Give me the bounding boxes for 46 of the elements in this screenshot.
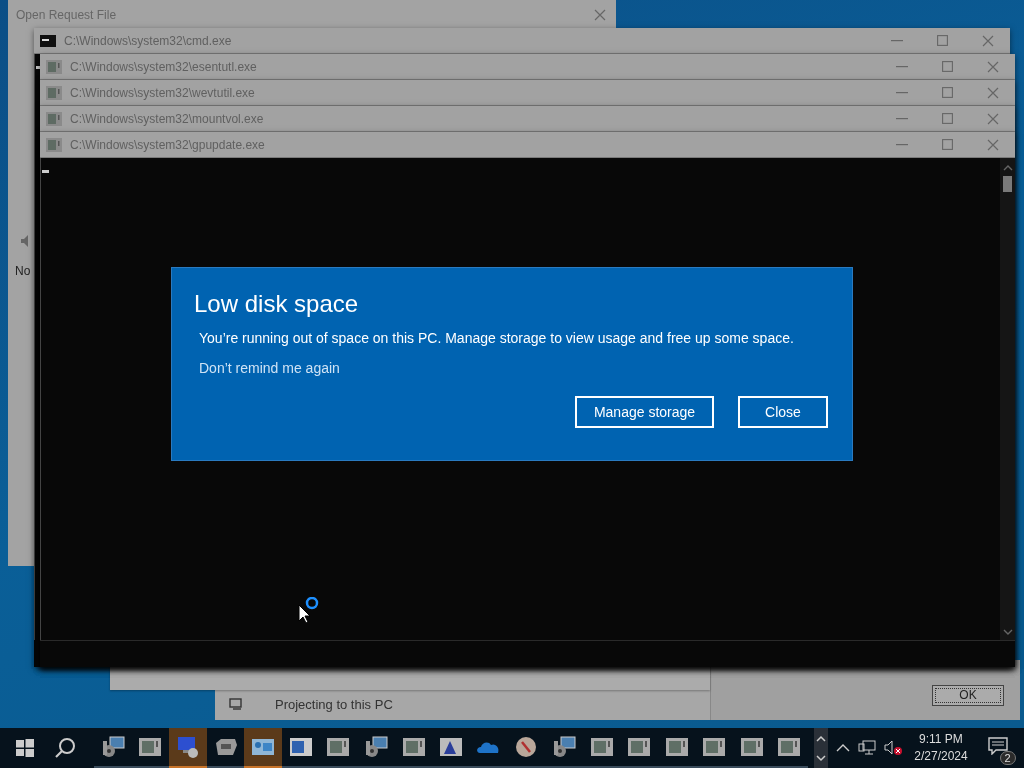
dont-remind-link[interactable]: Don’t remind me again: [199, 360, 340, 376]
window-title: C:\Windows\system32\gpupdate.exe: [70, 137, 266, 152]
taskbar-app[interactable]: [169, 728, 207, 768]
window-title: C:\Windows\system32\wevtutil.exe: [70, 85, 256, 100]
window-title: Open Request File: [16, 8, 117, 22]
dialog-message: You’re running out of space on this PC. Manage storage to view usage and free up some space.: [199, 330, 795, 346]
ok-button[interactable]: OK: [932, 684, 1004, 706]
window-icon: [46, 59, 62, 74]
scrollbar[interactable]: [1000, 158, 1015, 640]
close-button[interactable]: Close: [738, 396, 828, 428]
window-text: No: [15, 264, 31, 278]
panel-icon: [287, 735, 314, 759]
text-cursor: [42, 170, 49, 173]
clock-time: 9:11 PM: [919, 731, 963, 748]
dialog-title: Low disk space: [194, 290, 360, 318]
window-title: C:\Windows\system32\cmd.exe: [64, 33, 233, 48]
console-icon: [40, 34, 56, 47]
chevron-up-icon[interactable]: [836, 744, 851, 752]
window-icon: [400, 735, 427, 759]
notification-icon[interactable]: [987, 737, 1008, 755]
clock[interactable]: 9:11 PM 2/27/2024: [914, 731, 968, 765]
picture-icon: [438, 735, 465, 759]
window-icon: [46, 137, 62, 152]
clock-date: 2/27/2024: [914, 748, 968, 765]
window-title: C:\Windows\system32\esentutl.exe: [70, 59, 258, 74]
windows-start-icon[interactable]: [16, 739, 34, 757]
window-icon: [776, 735, 803, 759]
volume-muted-icon[interactable]: [884, 740, 903, 756]
search-icon[interactable]: [54, 737, 76, 759]
window-icon: [738, 735, 765, 759]
window-icon: [588, 735, 615, 759]
monitor-icon: [229, 697, 245, 711]
window-icon: [46, 85, 62, 100]
scrollbar-thumb[interactable]: [1003, 176, 1012, 192]
window-title: C:\Windows\system32\mountvol.exe: [70, 111, 265, 126]
window-icon: [137, 735, 164, 759]
window-icon: [325, 735, 352, 759]
window-icon: [701, 735, 728, 759]
window-icon: [626, 735, 653, 759]
window-icon: [46, 111, 62, 126]
settings-item[interactable]: Projecting to this PC: [275, 696, 393, 712]
window-icon: [663, 735, 690, 759]
computer-icon: [175, 735, 201, 759]
notification-badge: 2: [999, 751, 1016, 765]
network-icon[interactable]: [858, 740, 877, 756]
manage-storage-button[interactable]: Manage storage: [575, 396, 714, 428]
